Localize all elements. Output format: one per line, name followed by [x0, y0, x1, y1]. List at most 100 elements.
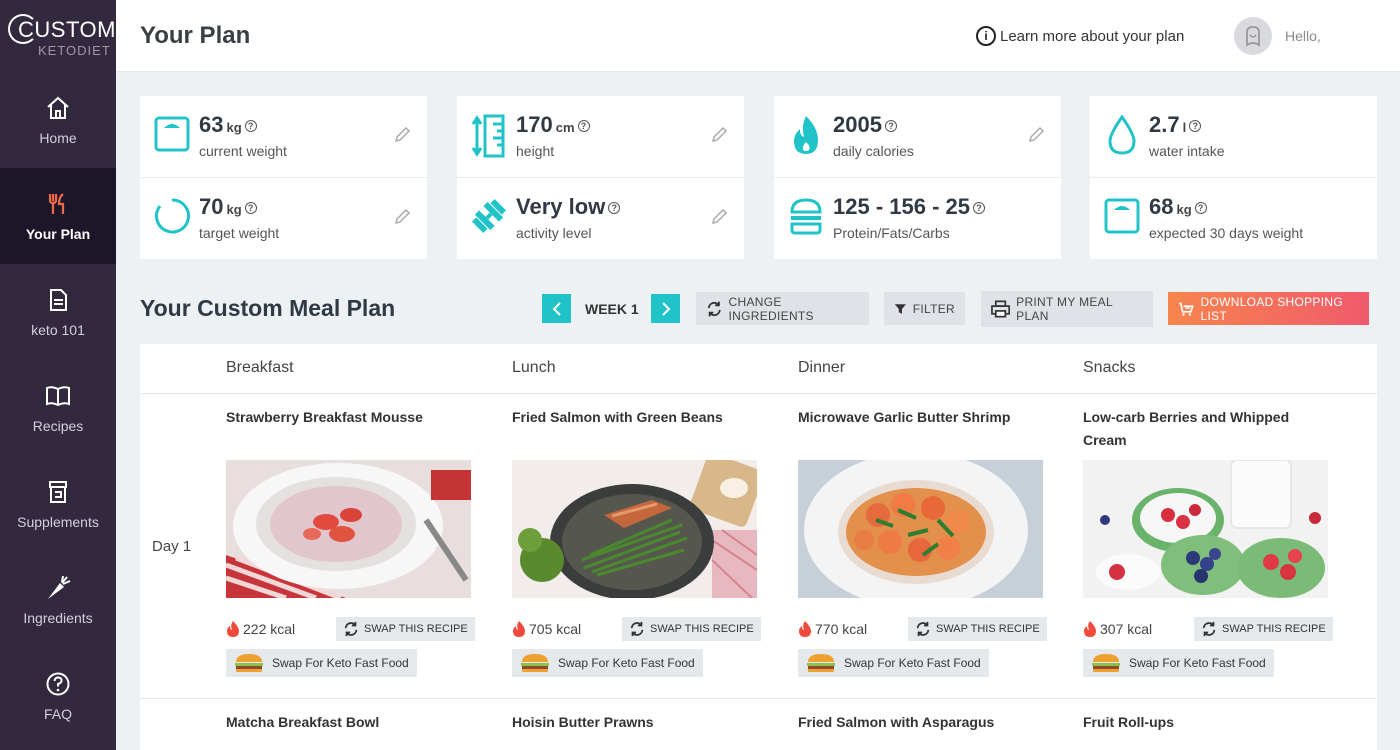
flame-icon: [1084, 621, 1096, 637]
sidebar-item-label: Home: [39, 130, 77, 146]
stat-water-intake: 2.7 l? water intake: [1090, 96, 1377, 177]
recipe-name[interactable]: Hoisin Butter Prawns: [512, 714, 654, 730]
logo-text: CUSTOM: [18, 17, 116, 42]
edit-pencil-icon[interactable]: [710, 126, 728, 144]
burger-icon: [807, 654, 835, 672]
column-header-snacks: Snacks: [1083, 359, 1136, 376]
day-label: Day 1: [152, 538, 192, 555]
recipe-name[interactable]: Fried Salmon with Green Beans: [512, 406, 757, 454]
refresh-icon: [630, 621, 644, 637]
print-meal-plan-button[interactable]: PRINT MY MEAL PLAN: [981, 291, 1153, 327]
learn-more-label: Learn more about your plan: [1000, 27, 1185, 45]
column-header-lunch: Lunch: [512, 359, 556, 376]
edit-pencil-icon[interactable]: [393, 208, 411, 226]
refresh-icon: [344, 621, 358, 637]
meal-plan-table: Breakfast Lunch Dinner Snacks Day 1 Stra…: [140, 344, 1377, 750]
dumbbell-icon: [471, 196, 507, 236]
stat-macros: 125 - 156 - 25? Protein/Fats/Carbs: [774, 177, 1061, 258]
kcal-label: 307 kcal: [1083, 620, 1152, 638]
stat-card-weight: 63 kg? current weight 70 kg? target weight: [140, 96, 427, 259]
help-icon[interactable]: ?: [1189, 120, 1202, 133]
help-icon[interactable]: ?: [608, 202, 621, 215]
sidebar-item-home[interactable]: Home: [0, 72, 116, 168]
kcal-label: 770 kcal: [798, 620, 867, 638]
recipe-name[interactable]: Microwave Garlic Butter Shrimp: [798, 406, 1043, 454]
stat-card-goals: 2.7 l? water intake 68 kg? expected 30 day…: [1090, 96, 1377, 259]
swap-recipe-button[interactable]: SWAP THIS RECIPE: [336, 617, 475, 641]
recipe-photo-garlic-shrimp[interactable]: [798, 460, 1043, 598]
flame-icon: [227, 621, 239, 637]
recipe-photo-fried-salmon[interactable]: [512, 460, 757, 598]
sidebar-item-label: keto 101: [31, 322, 85, 338]
stat-label: Protein/Fats/Carbs: [833, 225, 950, 241]
meal-card-dinner[interactable]: Microwave Garlic Butter Shrimp: [798, 406, 1043, 598]
recipe-name[interactable]: Strawberry Breakfast Mousse: [226, 406, 471, 454]
meal-card-lunch[interactable]: Fried Salmon with Green Beans: [512, 406, 757, 598]
stat-value: Very low?: [516, 194, 621, 220]
next-week-button[interactable]: [651, 294, 680, 323]
help-icon[interactable]: ?: [244, 120, 257, 133]
sidebar-item-keto-101[interactable]: keto 101: [0, 264, 116, 360]
edit-pencil-icon[interactable]: [393, 126, 411, 144]
shopping-list-icon: [1178, 302, 1194, 316]
sidebar-item-label: Your Plan: [25, 226, 91, 242]
swap-recipe-button[interactable]: SWAP THIS RECIPE: [622, 617, 761, 641]
stat-value: 170 cm?: [516, 112, 590, 138]
sidebar-item-supplements[interactable]: Supplements: [0, 456, 116, 552]
recipe-name[interactable]: Matcha Breakfast Bowl: [226, 714, 379, 730]
help-icon[interactable]: ?: [244, 202, 257, 215]
meal-plan-title: Your Custom Meal Plan: [140, 295, 396, 321]
recipe-photo-strawberry-mousse[interactable]: [226, 460, 471, 598]
ruler-icon: [471, 114, 507, 158]
swap-fast-food-button[interactable]: Swap For Keto Fast Food: [798, 649, 989, 677]
jar-icon: [44, 478, 72, 506]
carrot-icon: [44, 574, 72, 602]
recipe-name[interactable]: Fried Salmon with Asparagus: [798, 714, 994, 730]
recipe-name[interactable]: Low-carb Berries and Whipped Cream: [1083, 406, 1328, 454]
row-divider: [140, 698, 1377, 699]
stat-label: expected 30 days weight: [1149, 225, 1304, 241]
utensils-icon: [44, 190, 72, 218]
prev-week-button[interactable]: [542, 294, 571, 323]
meal-card-breakfast[interactable]: Strawberry Breakfast Mousse: [226, 406, 471, 598]
sidebar-item-faq[interactable]: FAQ: [0, 648, 116, 744]
avatar[interactable]: [1234, 17, 1272, 55]
logo[interactable]: CUSTOM KETODIET: [0, 0, 116, 72]
swap-fast-food-button[interactable]: Swap For Keto Fast Food: [512, 649, 703, 677]
edit-pencil-icon[interactable]: [1027, 126, 1045, 144]
stat-label: water intake: [1149, 143, 1225, 159]
swap-recipe-button[interactable]: SWAP THIS RECIPE: [908, 617, 1047, 641]
swap-fast-food-button[interactable]: Swap For Keto Fast Food: [226, 649, 417, 677]
learn-more-link[interactable]: i Learn more about your plan: [976, 26, 1184, 46]
recipe-photo-berries-cream[interactable]: [1083, 460, 1328, 598]
help-icon[interactable]: ?: [972, 202, 985, 215]
sidebar-item-your-plan[interactable]: Your Plan: [0, 168, 116, 264]
book-icon: [44, 382, 72, 410]
download-shopping-list-button[interactable]: DOWNLOAD SHOPPING LIST: [1168, 292, 1369, 325]
stat-card-body: 170 cm? height Very low? activity level: [457, 96, 744, 259]
question-icon: [44, 670, 72, 698]
edit-pencil-icon[interactable]: [710, 208, 728, 226]
document-icon: [44, 286, 72, 314]
sidebar-item-recipes[interactable]: Recipes: [0, 360, 116, 456]
sidebar-item-ingredients[interactable]: Ingredients: [0, 552, 116, 648]
logo-subtext: KETODIET: [38, 43, 111, 58]
help-icon[interactable]: ?: [884, 120, 897, 133]
flame-icon: [513, 621, 525, 637]
stat-daily-calories: 2005? daily calories: [774, 96, 1061, 177]
stat-height: 170 cm? height: [457, 96, 744, 177]
swap-recipe-button[interactable]: SWAP THIS RECIPE: [1194, 617, 1333, 641]
refresh-icon: [707, 301, 721, 316]
meal-card-snacks[interactable]: Low-carb Berries and Whipped Cream: [1083, 406, 1328, 598]
help-icon[interactable]: ?: [1194, 202, 1207, 215]
swap-fast-food-button[interactable]: Swap For Keto Fast Food: [1083, 649, 1274, 677]
stat-label: current weight: [199, 143, 287, 159]
user-greeting: Hello,: [1285, 28, 1321, 44]
filter-button[interactable]: FILTER: [884, 292, 965, 325]
sidebar-item-label: Ingredients: [23, 610, 93, 626]
change-ingredients-button[interactable]: CHANGE INGREDIENTS: [696, 292, 869, 325]
refresh-icon: [1202, 621, 1216, 637]
help-icon[interactable]: ?: [577, 120, 590, 133]
recipe-name[interactable]: Fruit Roll-ups: [1083, 714, 1174, 730]
flame-icon: [788, 114, 824, 154]
